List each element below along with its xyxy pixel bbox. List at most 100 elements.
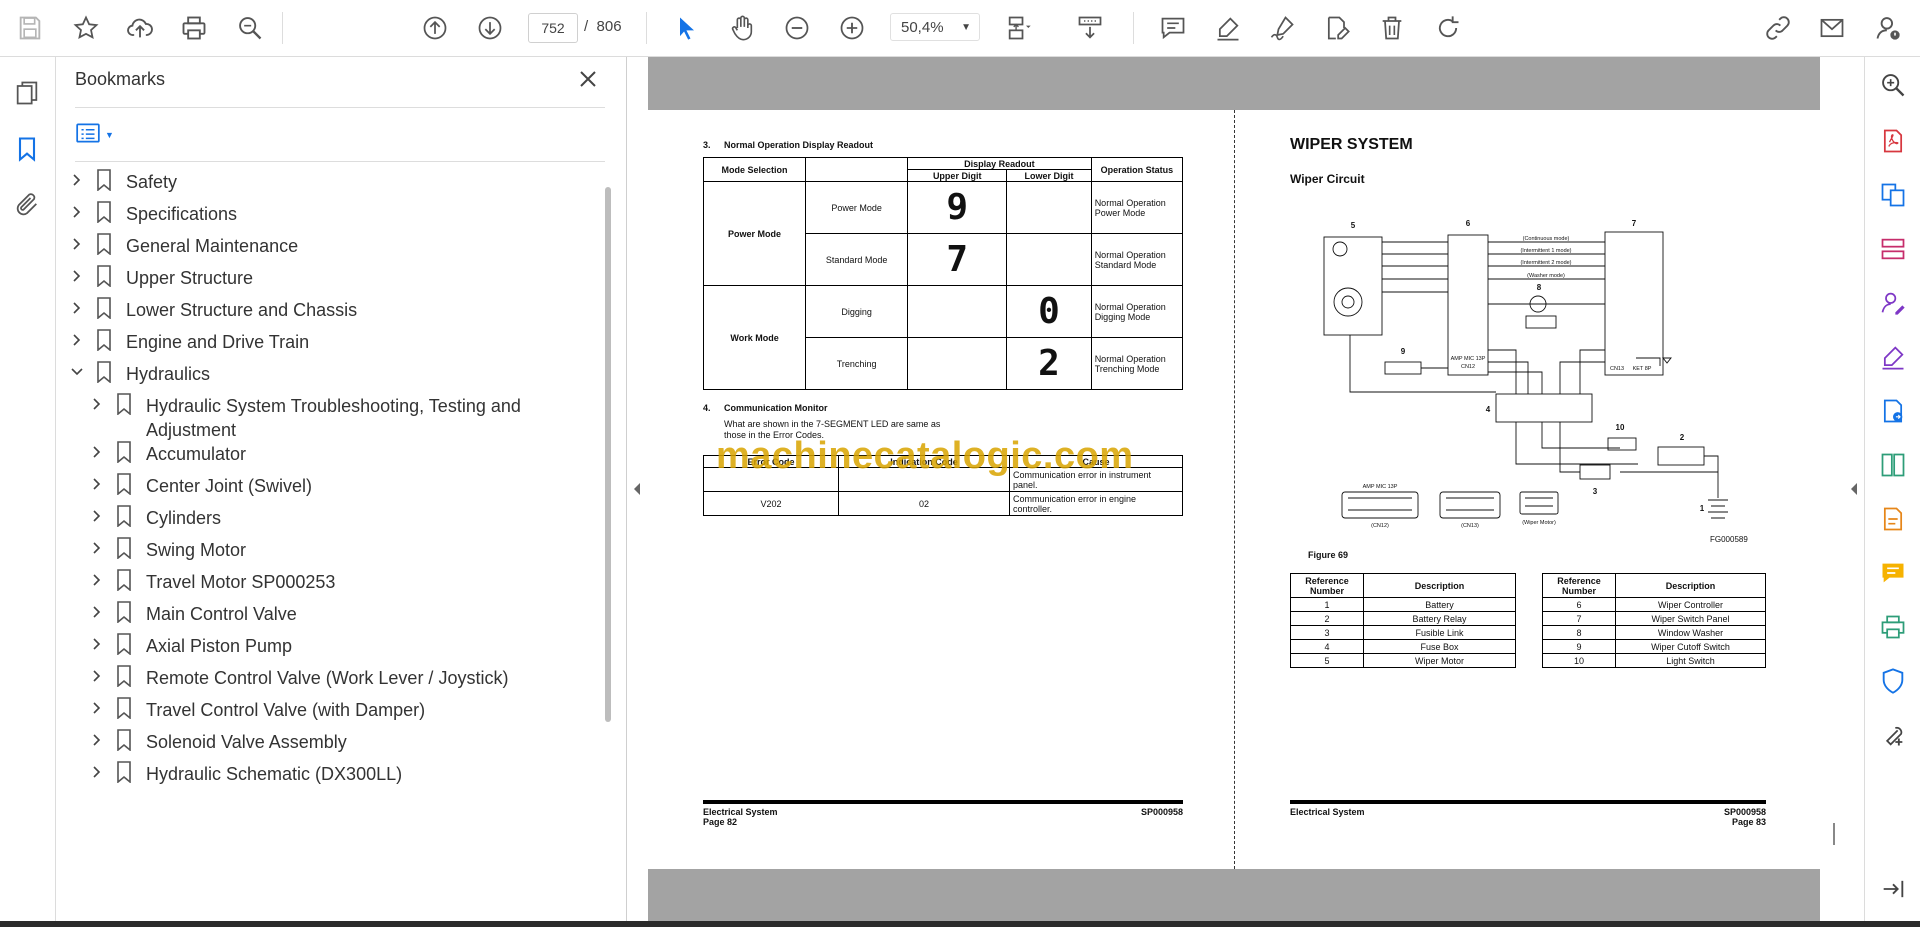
chevron-right-icon[interactable] xyxy=(90,541,104,555)
chevron-right-icon[interactable] xyxy=(70,333,84,347)
account-icon[interactable] xyxy=(1872,12,1904,44)
bookmark-item[interactable]: Axial Piston Pump xyxy=(56,633,596,665)
page-up-icon[interactable] xyxy=(419,12,451,44)
chevron-right-icon[interactable] xyxy=(90,397,104,411)
protect-icon[interactable] xyxy=(1879,667,1907,695)
chevron-right-icon[interactable] xyxy=(90,509,104,523)
chevron-right-icon[interactable] xyxy=(90,701,104,715)
hand-icon[interactable] xyxy=(726,12,758,44)
bookmark-item[interactable]: Remote Control Valve (Work Lever / Joyst… xyxy=(56,665,596,697)
chevron-right-icon[interactable] xyxy=(90,477,104,491)
zoom-in-icon[interactable] xyxy=(836,12,868,44)
chevron-right-icon[interactable] xyxy=(70,237,84,251)
bookmark-item[interactable]: Specifications xyxy=(56,201,596,233)
bookmark-scrollbar[interactable] xyxy=(605,187,611,722)
collapse-left-panel-icon[interactable] xyxy=(632,482,642,496)
fit-page-icon[interactable] xyxy=(1003,12,1035,44)
chevron-right-icon[interactable] xyxy=(90,765,104,779)
bookmark-item[interactable]: Hydraulic Schematic (DX300LL) xyxy=(56,761,596,793)
chevron-right-icon[interactable] xyxy=(90,573,104,587)
save-icon[interactable] xyxy=(14,12,46,44)
bookmark-label: Swing Motor xyxy=(146,540,247,560)
chevron-right-icon[interactable] xyxy=(90,445,104,459)
bookmark-item[interactable]: Main Control Valve xyxy=(56,601,596,633)
bookmark-item[interactable]: Engine and Drive Train xyxy=(56,329,596,361)
chevron-right-icon[interactable] xyxy=(90,733,104,747)
share-link-icon[interactable] xyxy=(1762,12,1794,44)
bookmark-item[interactable]: Travel Control Valve (with Damper) xyxy=(56,697,596,729)
section4-number: 4. xyxy=(703,403,711,413)
edit-icon[interactable] xyxy=(1321,12,1353,44)
bookmark-item[interactable]: Hydraulic System Troubleshooting, Testin… xyxy=(56,393,596,441)
chevron-right-icon[interactable] xyxy=(90,669,104,683)
zoom-out-icon[interactable] xyxy=(781,12,813,44)
bookmark-item[interactable]: Safety xyxy=(56,169,596,201)
zoom-select[interactable]: 50,4% ▼ xyxy=(890,13,980,41)
bookmark-item[interactable]: Center Joint (Swivel) xyxy=(56,473,596,505)
bookmark-label: Engine and Drive Train xyxy=(126,332,310,352)
request-signature-icon[interactable] xyxy=(1879,289,1907,317)
comment-icon[interactable] xyxy=(1157,12,1189,44)
compare-files-icon[interactable] xyxy=(1879,451,1907,479)
collapse-right-panel-icon[interactable] xyxy=(1849,482,1859,496)
organize-pages-icon[interactable] xyxy=(1879,235,1907,263)
diagram-label: 5 xyxy=(1351,221,1356,230)
delete-icon[interactable] xyxy=(1376,12,1408,44)
bookmark-label: Travel Control Valve (with Damper) xyxy=(146,700,426,720)
chevron-right-icon[interactable] xyxy=(70,205,84,219)
chevron-down-icon[interactable] xyxy=(70,365,84,379)
bookmark-list: Safety Specifications General Maintenance U… xyxy=(56,169,596,927)
bookmark-icon[interactable] xyxy=(13,135,41,163)
attachment-icon[interactable] xyxy=(13,191,41,219)
bookmark-item[interactable]: Travel Motor SP000253 xyxy=(56,569,596,601)
page-down-icon[interactable] xyxy=(474,12,506,44)
diagram-label: 6 xyxy=(1466,219,1471,228)
document-scrollbar[interactable] xyxy=(1826,57,1844,927)
bookmark-icon xyxy=(97,361,111,383)
rotate-icon[interactable] xyxy=(1432,12,1464,44)
highlight-icon[interactable] xyxy=(1212,12,1244,44)
chevron-right-icon[interactable] xyxy=(90,637,104,651)
bookmark-item[interactable]: Swing Motor xyxy=(56,537,596,569)
export-pdf-icon[interactable] xyxy=(1879,397,1907,425)
comment-tool-icon[interactable] xyxy=(1879,559,1907,587)
diagram-note: KET 8P xyxy=(1633,366,1652,372)
fill-sign-icon[interactable] xyxy=(1879,343,1907,371)
mail-icon[interactable] xyxy=(1816,12,1848,44)
expand-panel-icon[interactable] xyxy=(1879,875,1907,903)
zoom-search-icon[interactable] xyxy=(1879,71,1907,99)
bookmark-options-button[interactable]: ▼ xyxy=(75,119,123,151)
bookmark-icon xyxy=(97,169,111,191)
table-cell: 02 xyxy=(838,491,1010,516)
edit-pdf-icon[interactable] xyxy=(1879,505,1907,533)
search-zoom-icon[interactable] xyxy=(234,12,266,44)
chevron-right-icon[interactable] xyxy=(70,173,84,187)
bookmark-item[interactable]: General Maintenance xyxy=(56,233,596,265)
scroll-mode-icon[interactable] xyxy=(1074,12,1106,44)
chevron-right-icon[interactable] xyxy=(90,605,104,619)
close-icon[interactable] xyxy=(576,67,600,91)
print-icon[interactable] xyxy=(178,12,210,44)
bookmark-item[interactable]: Accumulator xyxy=(56,441,596,473)
bookmark-item[interactable]: Cylinders xyxy=(56,505,596,537)
diagram-label: 9 xyxy=(1401,347,1406,356)
star-icon[interactable] xyxy=(70,12,102,44)
create-pdf-icon[interactable] xyxy=(1879,127,1907,155)
bookmark-item[interactable]: Solenoid Valve Assembly xyxy=(56,729,596,761)
chevron-right-icon[interactable] xyxy=(70,301,84,315)
page-number-input[interactable]: 752 xyxy=(528,13,578,43)
combine-files-icon[interactable] xyxy=(1879,181,1907,209)
table-cell: Battery xyxy=(1363,597,1516,612)
bookmark-item[interactable]: Upper Structure xyxy=(56,265,596,297)
table-cell: 9 xyxy=(1542,639,1616,654)
bookmark-label: Accumulator xyxy=(146,444,247,464)
bookmark-item[interactable]: Hydraulics xyxy=(56,361,596,393)
chevron-right-icon[interactable] xyxy=(70,269,84,283)
pages-thumbnail-icon[interactable] xyxy=(13,79,41,107)
more-tools-icon[interactable] xyxy=(1879,721,1907,749)
sign-icon[interactable] xyxy=(1266,12,1298,44)
print-production-icon[interactable] xyxy=(1879,613,1907,641)
upload-icon[interactable] xyxy=(124,12,156,44)
bookmark-item[interactable]: Lower Structure and Chassis xyxy=(56,297,596,329)
select-cursor-icon[interactable] xyxy=(671,12,703,44)
